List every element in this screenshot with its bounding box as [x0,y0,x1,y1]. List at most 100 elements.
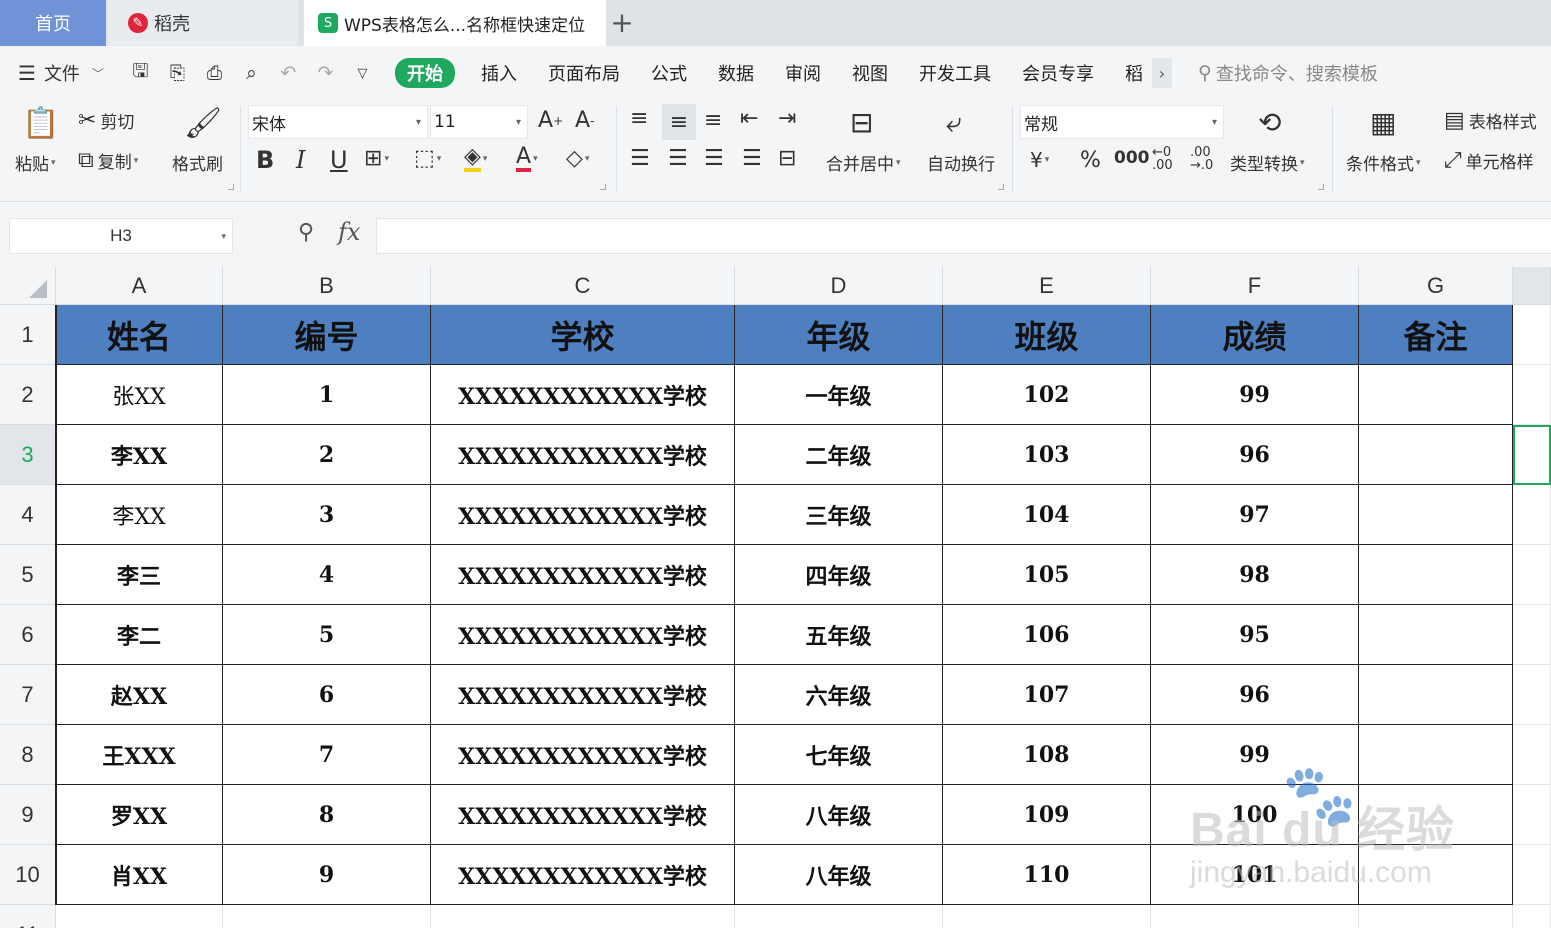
percent-icon[interactable]: % [1080,148,1101,173]
empty-cell[interactable] [1359,905,1513,928]
table-cell[interactable]: 96 [1151,665,1359,725]
table-cell[interactable]: 五年级 [735,605,943,665]
table-cell[interactable]: 106 [943,605,1151,665]
table-cell[interactable] [1359,545,1513,605]
font-group-launcher[interactable] [600,184,606,190]
table-cell[interactable]: 96 [1151,425,1359,485]
table-cell[interactable]: 李二 [56,605,223,665]
select-all-corner[interactable] [0,267,56,305]
table-cell[interactable]: 李三 [56,545,223,605]
table-cell[interactable]: 102 [943,365,1151,425]
italic-icon[interactable]: I [296,146,305,174]
currency-icon[interactable]: ¥ ▾ [1030,148,1049,172]
align-middle-icon[interactable]: ≡ [662,104,696,140]
table-cell[interactable]: 七年级 [735,725,943,785]
table-header-cell[interactable]: 成绩 [1151,305,1359,365]
table-cell[interactable]: XXXXXXXXXXXX学校 [431,365,735,425]
tab-data[interactable]: 数据 [718,60,754,86]
type-convert-button[interactable]: 类型转换 ▾ [1230,150,1305,175]
increase-indent-icon[interactable]: ⇥ [778,106,796,131]
empty-cell[interactable] [1513,665,1551,725]
table-cell[interactable]: 4 [223,545,431,605]
tab-view[interactable]: 视图 [852,60,888,86]
brush-icon[interactable]: 🖌 [184,106,222,141]
table-cell[interactable]: 李XX [56,425,223,485]
row-header-8[interactable]: 8 [0,725,56,785]
column-header-h[interactable] [1513,267,1551,305]
file-menu[interactable]: ☰ 文件 ﹀ [18,60,104,86]
empty-cell[interactable] [1513,485,1551,545]
table-cell[interactable]: 5 [223,605,431,665]
table-cell[interactable]: XXXXXXXXXXXX学校 [431,725,735,785]
column-header-f[interactable]: F [1151,267,1359,305]
distributed-align-icon[interactable]: ⊟ [778,146,796,171]
formula-input[interactable] [376,218,1551,254]
empty-cell[interactable] [1513,605,1551,665]
table-cell[interactable] [1359,425,1513,485]
print-icon[interactable]: ⎙ [196,58,233,88]
fill-color-icon[interactable]: ◈ ▾ [464,146,487,172]
table-cell[interactable]: 107 [943,665,1151,725]
table-cell[interactable]: 三年级 [735,485,943,545]
justify-icon[interactable]: ☰ [742,146,762,171]
table-cell[interactable]: 罗XX [56,785,223,845]
row-header-2[interactable]: 2 [0,365,56,425]
empty-cell[interactable] [1513,905,1551,928]
table-cell[interactable] [1359,665,1513,725]
table-cell[interactable]: XXXXXXXXXXXX学校 [431,425,735,485]
underline-icon[interactable]: U [330,146,348,174]
table-cell[interactable]: 8 [223,785,431,845]
tab-review[interactable]: 审阅 [785,60,821,86]
font-color-icon[interactable]: A ▾ [516,146,538,172]
row-header-7[interactable]: 7 [0,665,56,725]
table-cell[interactable]: XXXXXXXXXXXX学校 [431,785,735,845]
command-search[interactable]: ⚲ 查找命令、搜索模板 [1198,60,1378,86]
wrap-icon[interactable]: ⤶ [946,106,962,140]
table-cell[interactable]: 二年级 [735,425,943,485]
bold-icon[interactable]: B [256,146,274,174]
clear-format-icon[interactable]: ◇ ▾ [566,146,589,171]
table-cell[interactable]: 八年级 [735,785,943,845]
empty-cell[interactable] [431,905,735,928]
table-cell[interactable]: 99 [1151,725,1359,785]
table-cell[interactable]: 97 [1151,485,1359,545]
table-cell[interactable]: 一年级 [735,365,943,425]
row-header-10[interactable]: 10 [0,845,56,905]
table-header-cell[interactable]: 姓名 [56,305,223,365]
row-header-4[interactable]: 4 [0,485,56,545]
cell-style-button[interactable]: ⤢ 单元格样 [1444,148,1534,173]
tab-insert[interactable]: 插入 [481,60,517,86]
cut-button[interactable]: ✂ 剪切 [78,108,134,133]
empty-cell[interactable] [735,905,943,928]
name-box[interactable]: H3 ▾ [9,218,233,254]
table-cell[interactable]: 109 [943,785,1151,845]
empty-cell[interactable] [1513,725,1551,785]
table-cell[interactable]: 肖XX [56,845,223,905]
table-cell[interactable]: 张XX [56,365,223,425]
table-cell[interactable]: 103 [943,425,1151,485]
clipboard-group-launcher[interactable] [228,184,234,190]
table-cell[interactable]: 3 [223,485,431,545]
table-cell[interactable]: 101 [1151,845,1359,905]
column-header-a[interactable]: A [56,267,223,305]
column-header-c[interactable]: C [431,267,735,305]
tab-page-layout[interactable]: 页面布局 [548,60,620,86]
table-cell[interactable]: 9 [223,845,431,905]
table-cell[interactable]: 105 [943,545,1151,605]
tab-member[interactable]: 会员专享 [1022,60,1094,86]
tab-daoke[interactable]: ✎ 稻壳 [108,0,298,46]
convert-icon[interactable]: ⟲ [1258,106,1281,139]
row-header-6[interactable]: 6 [0,605,56,665]
number-format-select[interactable]: 常规 ▾ [1020,105,1224,139]
alignment-group-launcher[interactable] [998,184,1004,190]
font-name-select[interactable]: 宋体 ▾ [248,105,428,139]
table-cell[interactable]: 1 [223,365,431,425]
conditional-format-button[interactable]: 条件格式 ▾ [1346,150,1421,175]
tab-developer[interactable]: 开发工具 [919,60,991,86]
table-cell[interactable]: XXXXXXXXXXXX学校 [431,485,735,545]
row-header-9[interactable]: 9 [0,785,56,845]
table-cell[interactable]: 赵XX [56,665,223,725]
decrease-decimal-icon[interactable]: .00 →.0 [1190,146,1213,172]
table-cell[interactable]: 99 [1151,365,1359,425]
table-cell[interactable]: 李XX [56,485,223,545]
